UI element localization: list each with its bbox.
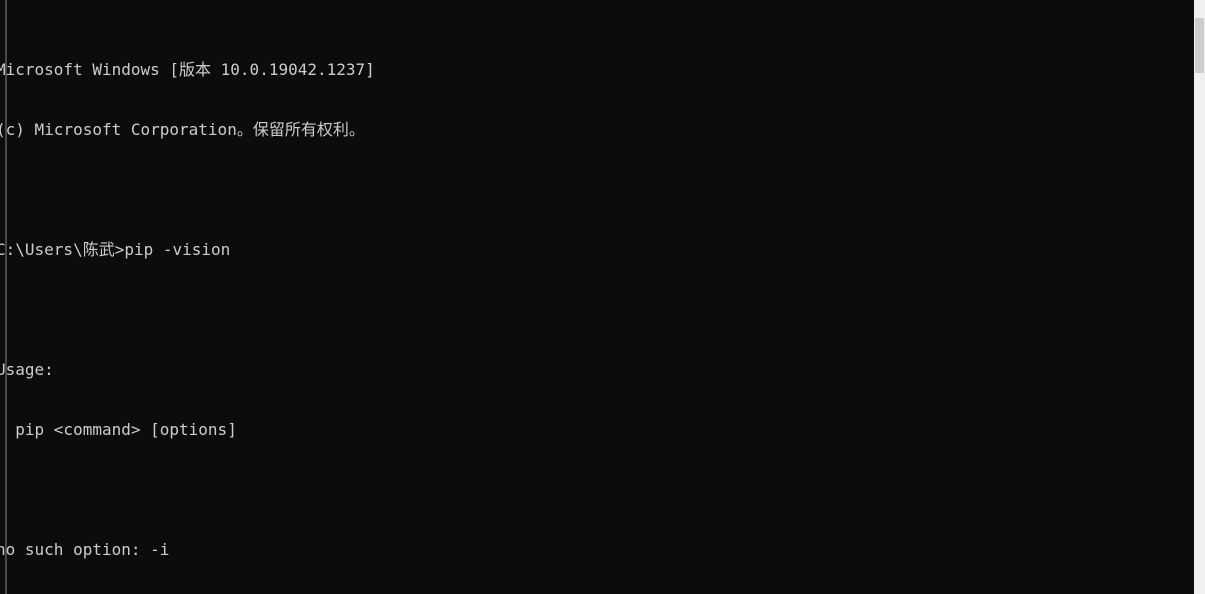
console-text-buffer[interactable]: Microsoft Windows [版本 10.0.19042.1237] (… bbox=[0, 0, 1196, 594]
banner-line-version: Microsoft Windows [版本 10.0.19042.1237] bbox=[0, 60, 375, 79]
vertical-scrollbar-track[interactable] bbox=[1194, 0, 1205, 594]
vertical-scrollbar-thumb[interactable] bbox=[1195, 18, 1204, 73]
usage-header-1: Usage: bbox=[0, 360, 54, 379]
prompt-line-1: C:\Users\陈武>pip -vision bbox=[0, 240, 231, 259]
usage-syntax-1: pip <command> [options] bbox=[0, 420, 237, 439]
command-prompt-window[interactable]: Microsoft Windows [版本 10.0.19042.1237] (… bbox=[0, 0, 1205, 594]
banner-line-copyright: (c) Microsoft Corporation。保留所有权利。 bbox=[0, 120, 365, 139]
error-message-line: no such option: -i bbox=[0, 540, 170, 559]
